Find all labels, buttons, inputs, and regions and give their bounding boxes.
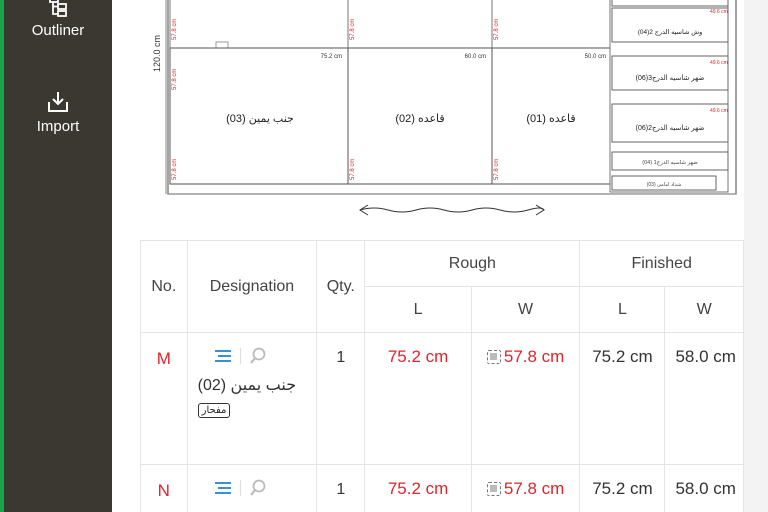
- row-finished-l: 75.2 cm: [579, 464, 666, 512]
- drawer-strip-5-label: شداد امامى (03): [647, 182, 682, 188]
- sidebar-item-label: Outliner: [31, 22, 85, 39]
- sidebar-item-import[interactable]: Import: [4, 90, 112, 135]
- row-qty: 1: [316, 464, 366, 512]
- list-icon[interactable]: [214, 349, 232, 363]
- main-panel: 120.0 cm 75.2 cm 60.0 cm 50.0 cm جنب يمي…: [112, 0, 744, 512]
- row-designation: جنب يمين (02) مفحار: [186, 332, 318, 465]
- list-icon[interactable]: [214, 481, 232, 495]
- drawer-strip-4-label: ضهر شاسيه الدرج1 (04): [642, 160, 698, 166]
- sidebar-item-outliner[interactable]: Outliner: [4, 0, 112, 39]
- drawer-strip-1-label: وش شاسيه الدرج 2(04): [638, 29, 703, 36]
- sidebar-item-label: Import: [36, 118, 80, 135]
- column-header-designation[interactable]: Designation: [186, 240, 318, 333]
- height-dimension-label: 120.0 cm: [152, 35, 162, 72]
- row-finished-w: 58.0 cm: [664, 332, 744, 465]
- row-rough-w: 57.8 cm: [470, 332, 581, 465]
- parts-table: No. Designation Qty. Rough Finished L W …: [140, 240, 744, 512]
- drawer-strip-2-label: ضهر شاسيه الدرج3(06): [636, 75, 705, 82]
- drawer-strip-3-size: 49.6 cm: [710, 108, 728, 114]
- sidebar: Outliner Import: [4, 0, 112, 512]
- selection-icon[interactable]: [486, 482, 501, 496]
- row-qty: 1: [316, 332, 366, 465]
- column-header-rough-w[interactable]: W: [470, 286, 581, 333]
- column-header-qty[interactable]: Qty.: [316, 240, 366, 333]
- edge-label: 57.8 cm: [494, 19, 500, 40]
- row-rough-w-value: 57.8 cm: [503, 479, 565, 498]
- row-rough-w: 57.8 cm: [470, 464, 581, 512]
- edge-label: 57.8 cm: [172, 69, 178, 90]
- panel-02-width: 60.0 cm: [465, 54, 486, 60]
- column-header-finished[interactable]: Finished: [579, 240, 744, 287]
- column-header-rough-l[interactable]: L: [364, 286, 472, 333]
- import-icon: [48, 92, 68, 112]
- tool-separator: [239, 348, 241, 364]
- panel-03-label: جنب يمين (03): [226, 113, 294, 125]
- drawer-top-size: 49.6 cm: [710, 9, 728, 15]
- panel-01-label: قاعده (01): [526, 113, 575, 125]
- part-name: جنب يمين (02): [197, 377, 297, 394]
- row-rough-w-value: 57.8 cm: [503, 347, 565, 366]
- column-header-finished-w[interactable]: W: [664, 286, 744, 333]
- edge-label: 57.8 cm: [172, 159, 178, 180]
- width-dimension-arrow: [359, 207, 545, 213]
- table-row[interactable]: N 1 75.2 cm 57.8 cm 75.2 cm 58.0 cm: [140, 464, 744, 512]
- edge-label: 57.8 cm: [350, 19, 356, 40]
- edge-label: 57.8 cm: [172, 19, 178, 40]
- top-notch: [215, 41, 229, 49]
- edge-label: 57.8 cm: [494, 159, 500, 180]
- selection-icon[interactable]: [486, 350, 501, 364]
- top-piece-3: [491, 0, 611, 49]
- outliner-icon: [49, 0, 67, 17]
- cutting-layout-drawing: 120.0 cm 75.2 cm 60.0 cm 50.0 cm جنب يمي…: [152, 0, 737, 216]
- drawer-strip-top: [611, 0, 729, 7]
- panel-02-label: قاعده (02): [395, 113, 444, 125]
- right-gutter: [744, 0, 768, 512]
- row-no: N: [140, 464, 188, 512]
- column-header-no[interactable]: No.: [140, 240, 188, 333]
- material-badge: مفحار: [197, 403, 231, 418]
- drawer-strip-3-label: ضهر شاسيه الدرج2(06): [636, 125, 705, 132]
- column-header-rough[interactable]: Rough: [364, 240, 581, 287]
- search-icon[interactable]: [249, 347, 267, 365]
- row-rough-l: 75.2 cm: [364, 332, 472, 465]
- search-icon[interactable]: [249, 479, 267, 497]
- drawer-strip-2-size: 49.6 cm: [710, 60, 728, 66]
- row-designation: [186, 464, 318, 512]
- top-piece-2: [347, 0, 493, 49]
- column-header-finished-l[interactable]: L: [579, 286, 666, 333]
- row-finished-l: 75.2 cm: [579, 332, 666, 465]
- table-row[interactable]: M جنب يمين (02) مفحار 1 75.2 cm 57.8 cm …: [140, 332, 744, 465]
- panel-03-width: 75.2 cm: [321, 54, 342, 60]
- top-piece-1: [169, 0, 349, 49]
- row-no: M: [140, 332, 188, 465]
- edge-label: 57.8 cm: [350, 159, 356, 180]
- row-rough-l: 75.2 cm: [364, 464, 472, 512]
- row-finished-w: 58.0 cm: [664, 464, 744, 512]
- panel-01-width: 50.0 cm: [585, 54, 606, 60]
- arrow-head-right: [535, 204, 545, 216]
- tool-separator: [239, 480, 241, 496]
